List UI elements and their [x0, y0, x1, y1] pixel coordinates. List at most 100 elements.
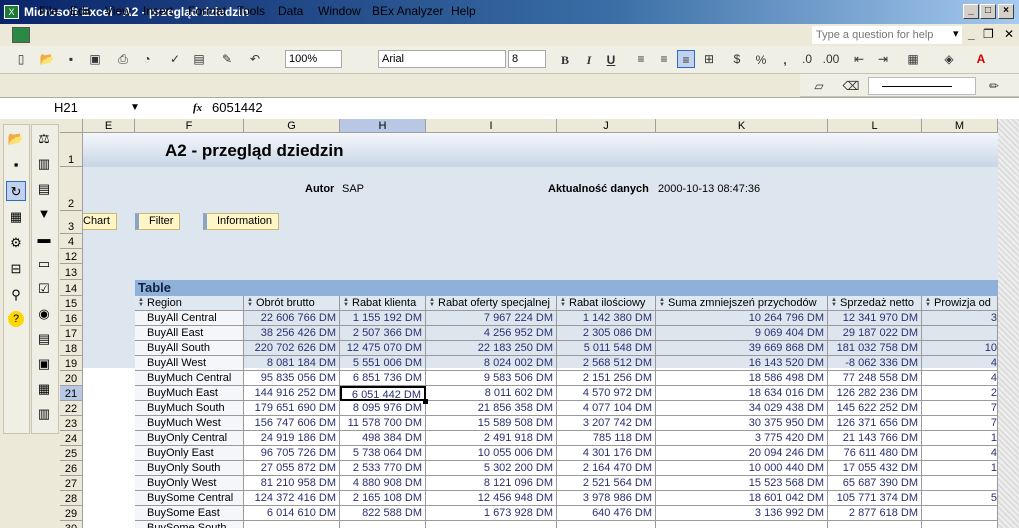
- data-cell[interactable]: 8 095 976 DM: [340, 401, 426, 416]
- data-cell[interactable]: 81 210 958 DM: [244, 476, 340, 491]
- format-painter-icon[interactable]: ✎: [218, 50, 236, 68]
- data-cell[interactable]: 4 256 952 DM: [426, 326, 557, 341]
- align-left-icon[interactable]: ≡: [632, 50, 650, 68]
- data-cell[interactable]: 10 000 440 DM: [656, 461, 828, 476]
- column-header-4[interactable]: ▲ ▼ Rabat oferty specjalnej: [426, 296, 557, 311]
- data-cell[interactable]: [340, 521, 426, 528]
- data-cell[interactable]: 2 151 256 DM: [557, 371, 656, 386]
- data-cell[interactable]: 20 094 246 DM: [656, 446, 828, 461]
- data-cell[interactable]: 785 118 DM: [557, 431, 656, 446]
- italic-button[interactable]: I: [580, 51, 598, 69]
- data-cell[interactable]: 822 588 DM: [340, 506, 426, 521]
- column-header-G[interactable]: G: [244, 119, 340, 133]
- data-cell[interactable]: 9 583 506 DM: [426, 371, 557, 386]
- data-cell[interactable]: 145 622 252 DM: [828, 401, 922, 416]
- menu-window[interactable]: Window: [318, 4, 361, 18]
- sort-icon[interactable]: ▲ ▼: [343, 297, 349, 308]
- data-cell[interactable]: 1 142 380 DM: [557, 311, 656, 326]
- row-header-2[interactable]: 2: [60, 167, 83, 211]
- data-cell[interactable]: [922, 476, 998, 491]
- table-icon[interactable]: ▥: [34, 154, 54, 174]
- data-cell[interactable]: 179 651 690 DM: [244, 401, 340, 416]
- data-cell[interactable]: 34 029 438 DM: [656, 401, 828, 416]
- row-header-12[interactable]: 12: [60, 249, 83, 264]
- region-cell[interactable]: BuyMuch Central: [135, 371, 244, 386]
- open-icon[interactable]: 📂: [38, 50, 56, 68]
- filter-button[interactable]: Filter: [135, 213, 181, 230]
- data-cell[interactable]: 96 705 726 DM: [244, 446, 340, 461]
- sort-icon[interactable]: ▲ ▼: [560, 297, 566, 308]
- data-cell[interactable]: 4 570 972 DM: [557, 386, 656, 401]
- column-header-3[interactable]: ▲ ▼ Rabat klienta: [340, 296, 426, 311]
- row-header-23[interactable]: 23: [60, 416, 83, 431]
- region-cell[interactable]: BuyOnly Central: [135, 431, 244, 446]
- fill-color-icon[interactable]: ◈: [940, 50, 958, 68]
- doc-restore-button[interactable]: ❐: [983, 27, 994, 41]
- row-header-13[interactable]: 13: [60, 264, 83, 280]
- data-cell[interactable]: 6 014 610 DM: [244, 506, 340, 521]
- increase-decimal-icon[interactable]: .0: [798, 50, 816, 68]
- data-cell[interactable]: 11 578 700 DM: [340, 416, 426, 431]
- filter-icon[interactable]: ▼: [34, 204, 54, 224]
- column-header-1[interactable]: ▲ ▼ Region: [135, 296, 244, 311]
- list-icon[interactable]: ▤: [34, 329, 54, 349]
- data-cell[interactable]: 640 476 DM: [557, 506, 656, 521]
- vertical-scrollbar[interactable]: [998, 119, 1019, 528]
- data-cell[interactable]: 18 586 498 DM: [656, 371, 828, 386]
- save-query-icon[interactable]: ▪: [6, 155, 26, 175]
- menu-tools[interactable]: Tools: [237, 4, 265, 18]
- data-cell[interactable]: 95 835 056 DM: [244, 371, 340, 386]
- region-cell[interactable]: BuyAll East: [135, 326, 244, 341]
- menu-bex-analyzer[interactable]: BEx Analyzer: [372, 4, 443, 18]
- open-query-icon[interactable]: 📂: [6, 129, 26, 149]
- region-cell[interactable]: BuySome South: [135, 521, 244, 528]
- data-cell[interactable]: 24 919 186 DM: [244, 431, 340, 446]
- data-cell[interactable]: 2 491 918 DM: [426, 431, 557, 446]
- row-header-22[interactable]: 22: [60, 401, 83, 416]
- data-cell[interactable]: 1 155 192 DM: [340, 311, 426, 326]
- data-cell[interactable]: 2 165 108 DM: [340, 491, 426, 506]
- data-cell[interactable]: 105 771 374 DM: [828, 491, 922, 506]
- column-header-M[interactable]: M: [922, 119, 998, 133]
- data-cell[interactable]: [922, 326, 998, 341]
- tools-icon[interactable]: ⚙: [6, 233, 26, 253]
- increase-indent-icon[interactable]: ⇥: [874, 50, 892, 68]
- data-cell[interactable]: 8 121 096 DM: [426, 476, 557, 491]
- new-icon[interactable]: ▯: [12, 50, 30, 68]
- sort-icon[interactable]: ▲ ▼: [138, 297, 144, 308]
- web-item-icon[interactable]: ▣: [34, 354, 54, 374]
- decrease-indent-icon[interactable]: ⇤: [850, 50, 868, 68]
- row-header-28[interactable]: 28: [60, 491, 83, 506]
- data-cell[interactable]: 21 143 766 DM: [828, 431, 922, 446]
- region-cell[interactable]: BuyOnly South: [135, 461, 244, 476]
- data-cell[interactable]: 8 081 184 DM: [244, 356, 340, 371]
- column-header-8[interactable]: ▲ ▼ Prowizja od: [922, 296, 998, 311]
- change-query-icon[interactable]: ▦: [6, 207, 26, 227]
- row-header-21[interactable]: 21: [60, 386, 83, 401]
- data-cell[interactable]: [922, 506, 998, 521]
- data-cell[interactable]: 22 606 766 DM: [244, 311, 340, 326]
- row-header-15[interactable]: 15: [60, 296, 83, 311]
- merge-center-icon[interactable]: ⊞: [700, 50, 718, 68]
- data-cell[interactable]: 4 301 176 DM: [557, 446, 656, 461]
- button-icon[interactable]: ▬: [34, 229, 54, 249]
- menu-file[interactable]: File: [39, 4, 58, 18]
- data-cell[interactable]: [557, 521, 656, 528]
- data-cell[interactable]: 65 687 390 DM: [828, 476, 922, 491]
- sort-icon[interactable]: ▲ ▼: [429, 297, 435, 308]
- menu-view[interactable]: View: [105, 4, 131, 18]
- row-header-29[interactable]: 29: [60, 506, 83, 521]
- fill-handle[interactable]: [423, 399, 428, 404]
- data-cell[interactable]: [426, 521, 557, 528]
- data-cell[interactable]: 4 077 104 DM: [557, 401, 656, 416]
- data-cell[interactable]: 17 055 432 DM: [828, 461, 922, 476]
- data-cell[interactable]: -8 062 336 DM: [828, 356, 922, 371]
- data-cell[interactable]: 39 669 868 DM: [656, 341, 828, 356]
- text-icon[interactable]: ▥: [34, 404, 54, 424]
- align-right-icon[interactable]: ≡: [677, 50, 695, 68]
- data-cell[interactable]: 220 702 626 DM: [244, 341, 340, 356]
- percent-button[interactable]: %: [752, 51, 770, 69]
- row-header-27[interactable]: 27: [60, 476, 83, 491]
- maximize-button[interactable]: □: [980, 4, 996, 19]
- menu-help[interactable]: Help: [451, 4, 476, 18]
